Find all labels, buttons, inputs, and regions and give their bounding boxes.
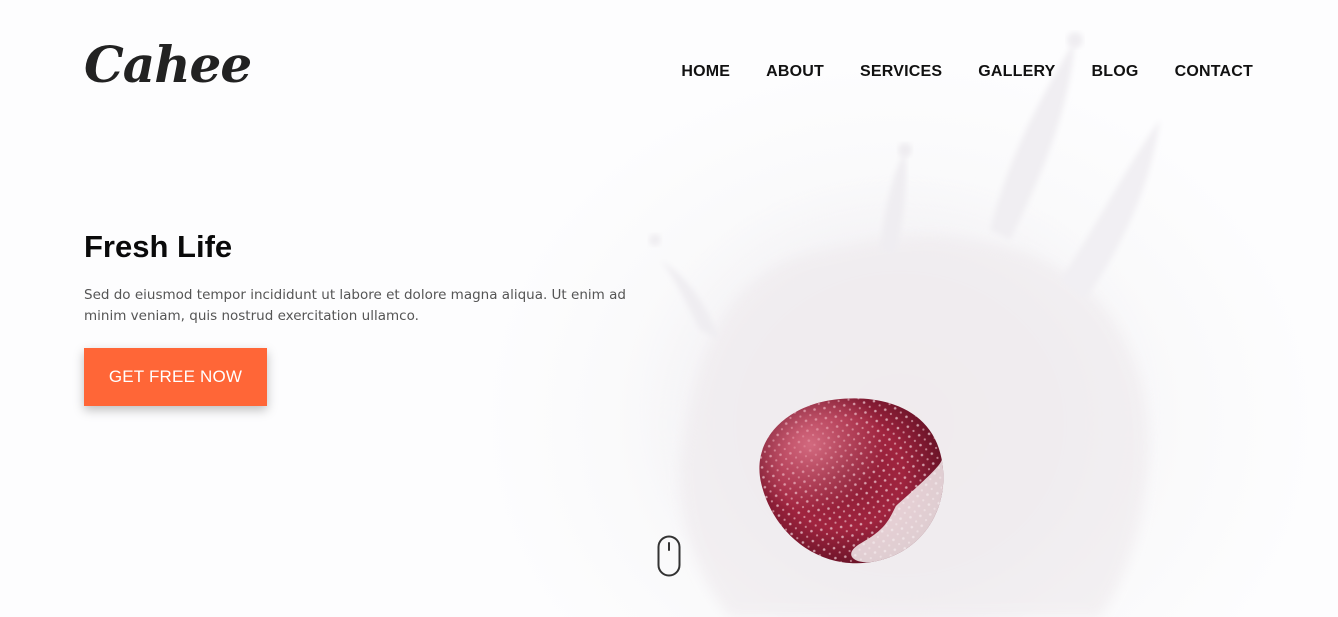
nav-item-home[interactable]: HOME [681,63,730,81]
nav-item-gallery[interactable]: GALLERY [978,63,1055,81]
get-free-now-button[interactable]: GET FREE NOW [84,348,267,407]
nav-item-blog[interactable]: BLOG [1092,63,1139,81]
hero-description: Sed do eiusmod tempor incididunt ut labo… [84,287,626,325]
top-navbar: Cahee HOME ABOUT SERVICES GALLERY BLOG C… [0,0,1338,140]
nav-item-about[interactable]: ABOUT [766,63,824,81]
hero-title: Fresh Life [84,229,233,264]
hero-section: Cahee HOME ABOUT SERVICES GALLERY BLOG C… [0,0,1338,617]
main-menu: HOME ABOUT SERVICES GALLERY BLOG CONTACT [681,63,1253,81]
brand-logo[interactable]: Cahee [84,40,252,90]
hero-content: Fresh Life Sed do eiusmod tempor incidid… [84,228,664,407]
nav-item-contact[interactable]: CONTACT [1175,63,1253,81]
nav-item-services[interactable]: SERVICES [860,63,942,81]
mouse-scroll-icon[interactable] [657,535,681,577]
